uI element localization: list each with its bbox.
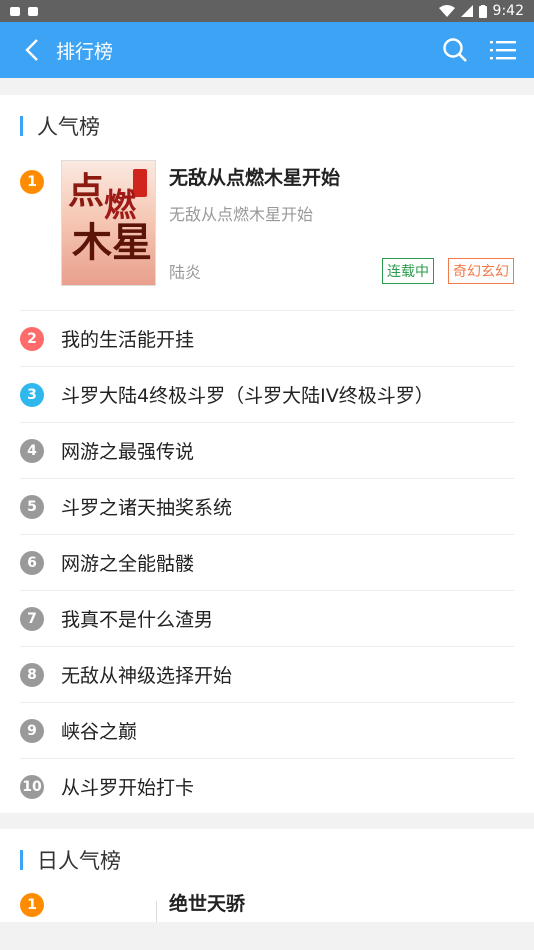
menu-button[interactable] bbox=[486, 30, 520, 70]
section-header: 人气榜 bbox=[0, 95, 534, 157]
rank-badge: 7 bbox=[20, 606, 44, 631]
section-accent-bar bbox=[20, 116, 23, 136]
app-bar: 排行榜 bbox=[0, 22, 534, 78]
section-header: 日人气榜 bbox=[0, 829, 534, 891]
book-title: 斗罗大陆4终极斗罗（斗罗大陆IV终极斗罗） bbox=[61, 385, 434, 407]
page-title: 排行榜 bbox=[56, 40, 114, 63]
clock: 9:42 bbox=[492, 3, 524, 19]
rank-badge: 5 bbox=[20, 494, 44, 519]
book-title: 峡谷之巅 bbox=[61, 721, 138, 743]
cover-text: 木星 bbox=[72, 219, 152, 266]
genre-tag: 奇幻玄幻 bbox=[448, 258, 514, 284]
wifi-icon bbox=[438, 5, 455, 17]
section-title: 日人气榜 bbox=[37, 849, 121, 873]
list-item[interactable]: 7 我真不是什么渣男 bbox=[20, 591, 514, 647]
battery-icon bbox=[478, 4, 487, 18]
back-arrow-icon bbox=[25, 39, 38, 61]
list-item[interactable]: 5 斗罗之诸天抽奖系统 bbox=[20, 479, 514, 535]
signal-icon bbox=[460, 5, 473, 17]
list-item[interactable]: 4 网游之最强传说 bbox=[20, 423, 514, 479]
status-bar: 9:42 bbox=[0, 0, 534, 22]
rank-badge: 6 bbox=[20, 550, 44, 575]
notification-icons bbox=[10, 6, 38, 16]
section-accent-bar bbox=[20, 850, 23, 870]
list-item[interactable]: 10 从斗罗开始打卡 bbox=[20, 759, 514, 814]
book-author: 陆炎 bbox=[169, 263, 202, 282]
search-button[interactable] bbox=[438, 30, 472, 70]
bottom-shade bbox=[0, 922, 534, 950]
notification-icon bbox=[28, 6, 38, 16]
section-title: 人气榜 bbox=[37, 115, 100, 139]
book-title: 从斗罗开始打卡 bbox=[61, 777, 195, 799]
rank-badge: 4 bbox=[20, 438, 44, 463]
list-item[interactable]: 2 我的生活能开挂 bbox=[20, 311, 514, 367]
book-cover-image: 点 燃 木星 bbox=[61, 160, 156, 286]
rank-badge: 9 bbox=[20, 718, 44, 743]
search-icon bbox=[443, 38, 467, 62]
rank-badge: 8 bbox=[20, 662, 44, 687]
book-title: 无敌从点燃木星开始 bbox=[169, 167, 341, 189]
book-title: 我真不是什么渣男 bbox=[61, 609, 214, 631]
book-title: 绝世天骄 bbox=[169, 893, 246, 915]
list-item[interactable]: 6 网游之全能骷髅 bbox=[20, 535, 514, 591]
ranking-section-popular: 人气榜 1 点 燃 木星 无敌从点燃木星开始 无敌从点燃木星开始 陆炎 连载中 … bbox=[0, 95, 534, 813]
rank-badge: 1 bbox=[20, 170, 44, 194]
rank-badge: 2 bbox=[20, 326, 44, 351]
cover-text: 燃 bbox=[104, 186, 137, 224]
book-subtitle: 无敌从点燃木星开始 bbox=[169, 205, 314, 224]
list-item[interactable]: 3 斗罗大陆4终极斗罗（斗罗大陆IV终极斗罗） bbox=[20, 367, 514, 423]
system-tray: 9:42 bbox=[438, 3, 524, 19]
book-title: 斗罗之诸天抽奖系统 bbox=[61, 497, 233, 519]
list-item[interactable]: 8 无敌从神级选择开始 bbox=[20, 647, 514, 703]
list-menu-icon bbox=[490, 41, 516, 60]
status-tag: 连载中 bbox=[382, 258, 434, 284]
book-title: 网游之全能骷髅 bbox=[61, 553, 195, 575]
rank-badge: 10 bbox=[20, 774, 44, 799]
book-title: 网游之最强传说 bbox=[61, 441, 195, 463]
back-button[interactable] bbox=[12, 30, 52, 70]
cover-text: 点 bbox=[68, 170, 105, 212]
top-book-item[interactable]: 1 点 燃 木星 无敌从点燃木星开始 无敌从点燃木星开始 陆炎 连载中 奇幻玄幻 bbox=[20, 157, 514, 311]
notification-icon bbox=[10, 6, 20, 16]
ranking-section-daily: 日人气榜 1 绝世天骄 bbox=[0, 829, 534, 941]
book-title: 我的生活能开挂 bbox=[61, 329, 195, 351]
list-item[interactable]: 9 峡谷之巅 bbox=[20, 703, 514, 759]
book-title: 无敌从神级选择开始 bbox=[61, 665, 233, 687]
rank-badge: 1 bbox=[20, 893, 44, 917]
rank-badge: 3 bbox=[20, 382, 44, 407]
